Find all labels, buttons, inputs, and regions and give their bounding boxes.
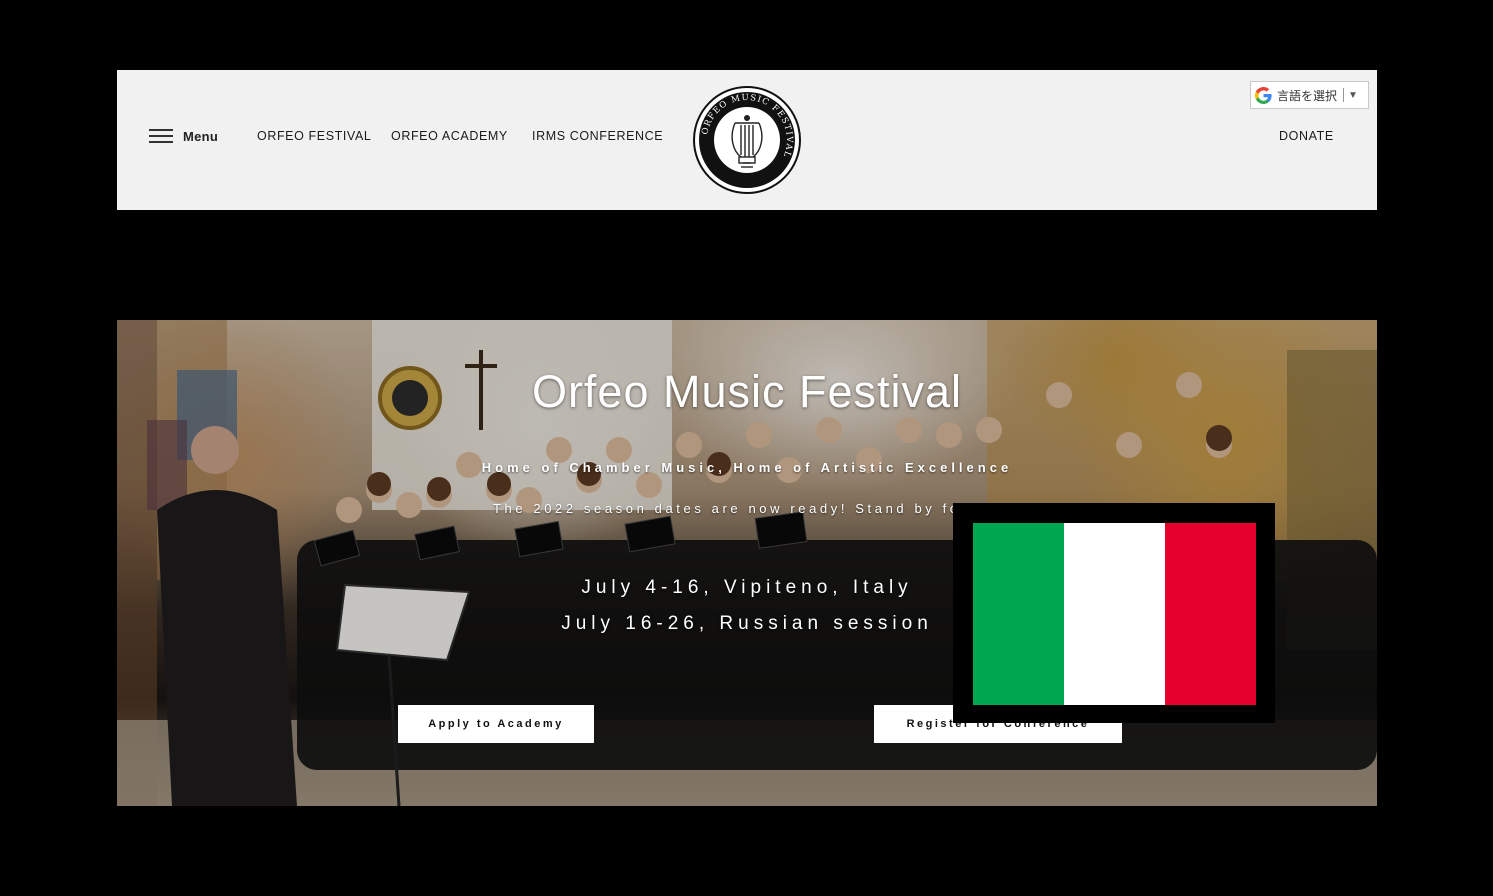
festival-logo[interactable]: ORFEO MUSIC FESTIVAL [693, 85, 801, 195]
nav-orfeo-festival[interactable]: ORFEO FESTIVAL [257, 129, 371, 143]
hero-title: Orfeo Music Festival [531, 366, 963, 417]
language-selector[interactable]: 言語を選択 ▼ [1250, 81, 1369, 109]
selector-divider [1343, 88, 1345, 102]
nav-orfeo-academy[interactable]: ORFEO ACADEMY [391, 129, 508, 143]
donate-link[interactable]: DONATE [1279, 129, 1334, 143]
lyre-logo-icon: ORFEO MUSIC FESTIVAL [693, 86, 801, 194]
site-header: Menu ORFEO FESTIVAL ORFEO ACADEMY IRMS C… [117, 70, 1377, 210]
hero-tagline: Home of Chamber Music, Home of Artistic … [481, 460, 1013, 475]
hamburger-icon [149, 128, 173, 144]
menu-button[interactable]: Menu [149, 126, 218, 146]
flag-stripe-white [1064, 523, 1165, 705]
dropdown-caret-icon: ▼ [1348, 89, 1358, 101]
nav-irms-conference[interactable]: IRMS CONFERENCE [532, 129, 663, 143]
flag-stripe-red [1165, 523, 1256, 705]
menu-label: Menu [183, 128, 219, 144]
italian-flag-overlay [953, 503, 1275, 723]
google-g-icon [1255, 86, 1272, 104]
language-label: 言語を選択 [1277, 88, 1338, 103]
apply-to-academy-button[interactable]: Apply to Academy [398, 705, 594, 743]
flag-stripe-green [973, 523, 1064, 705]
